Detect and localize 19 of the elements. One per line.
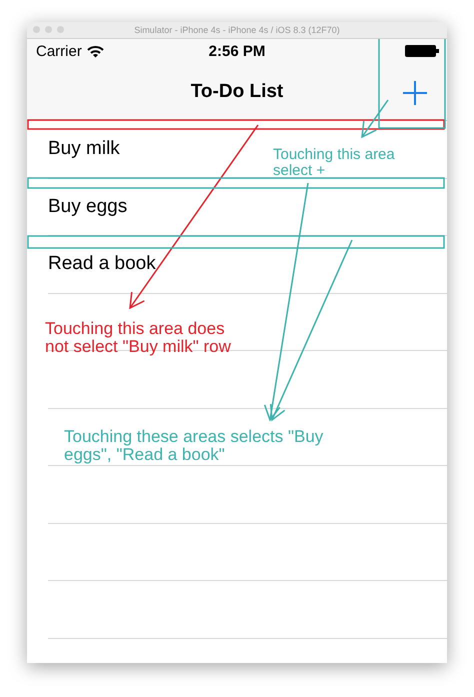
arrow bbox=[361, 100, 389, 138]
window-title: Simulator - iPhone 4s - iPhone 4s / iOS 8.3 (12F70) bbox=[134, 25, 340, 35]
row-label: Buy eggs bbox=[48, 196, 128, 218]
row-label: Read a book bbox=[48, 253, 156, 276]
annotation-note: Touching this area select + bbox=[273, 147, 396, 178]
nav-title: To-Do List bbox=[190, 80, 284, 102]
row-label: Buy milk bbox=[48, 138, 120, 160]
annotation-note: Touching this area does not select "Buy milk" row bbox=[45, 320, 232, 356]
battery-icon bbox=[405, 45, 439, 57]
zoom-button[interactable] bbox=[57, 26, 64, 33]
annotation-note: Touching these areas selects "Buy eggs", "Read a book" bbox=[64, 428, 324, 464]
add-icon[interactable] bbox=[403, 81, 427, 105]
clock-time: 2:56 PM bbox=[208, 42, 266, 60]
table-row[interactable]: Buy eggs bbox=[48, 178, 447, 236]
table-row[interactable]: Read a book bbox=[48, 236, 447, 294]
minimize-button[interactable] bbox=[45, 26, 52, 33]
carrier-label: Carrier bbox=[36, 42, 82, 60]
wifi-icon bbox=[86, 44, 104, 58]
close-button[interactable] bbox=[33, 26, 40, 33]
